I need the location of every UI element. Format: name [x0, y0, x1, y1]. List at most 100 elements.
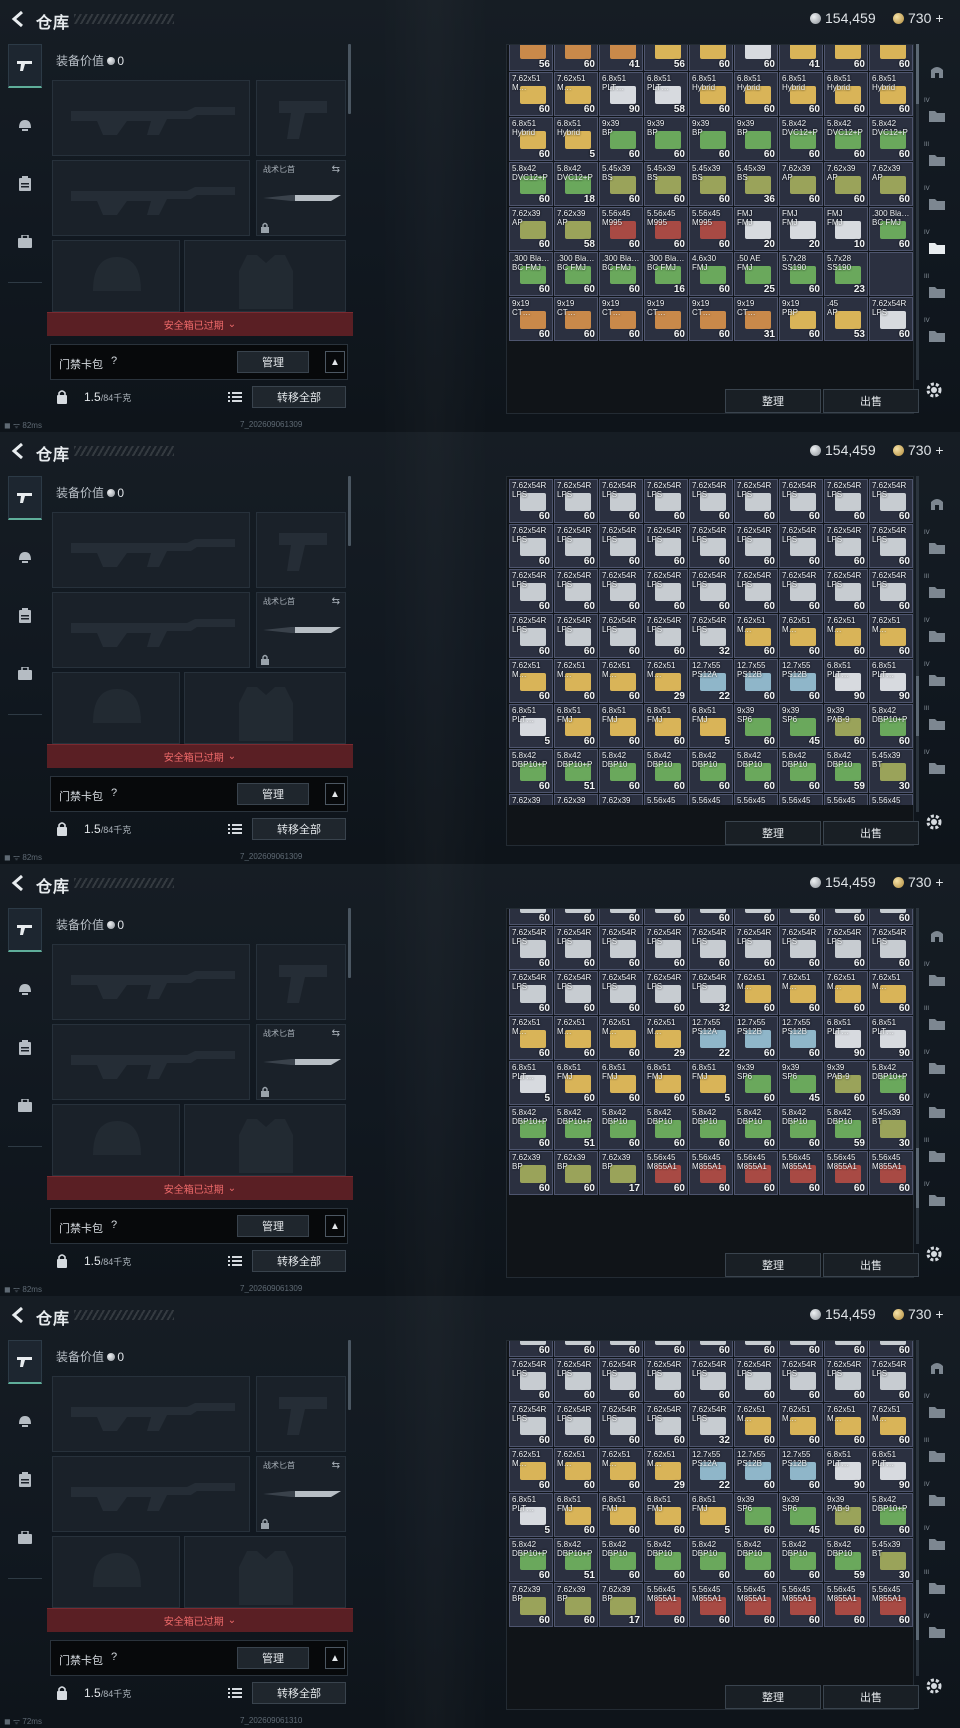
sell-button[interactable]: 出售	[823, 389, 919, 413]
ammo-item[interactable]: 5.56x45 M995 60	[599, 207, 643, 251]
nav-armor[interactable]	[8, 104, 42, 148]
list-icon[interactable]	[228, 390, 242, 404]
ammo-item[interactable]: 7.62x51 M… 60	[509, 1016, 553, 1060]
ammo-item[interactable]: 5.8x42 DBP10 60	[644, 749, 688, 793]
ammo-item[interactable]: 5.56x45 M855A1 60	[734, 1583, 778, 1627]
ammo-item[interactable]: 7.62x39 BP	[509, 794, 553, 805]
ammo-item[interactable]: 60	[734, 909, 778, 925]
sell-button[interactable]: 出售	[823, 821, 919, 845]
ammo-item[interactable]: 5.56x45 M855A1 60	[779, 1151, 823, 1195]
stash-scrollbar[interactable]	[916, 908, 919, 1244]
ammo-item[interactable]: 7.62x54R LPS 60	[554, 569, 598, 613]
ammo-item[interactable]: 5.56x45 M855A1	[644, 794, 688, 805]
stash-page-tab[interactable]	[922, 920, 952, 952]
stash-page-tab[interactable]	[922, 56, 952, 88]
gold-currency[interactable]: 730 +	[893, 442, 944, 458]
ammo-item[interactable]: 7.62x54R LPS 60	[689, 1358, 733, 1402]
ammo-item[interactable]: 60	[869, 45, 913, 71]
nav-weapons[interactable]	[8, 44, 42, 88]
ammo-item[interactable]: 7.62x54R LPS 60	[554, 614, 598, 658]
ammo-item[interactable]: 7.62x51 M… 60	[599, 659, 643, 703]
ammo-item[interactable]: 5.45x39 BS 36	[734, 162, 778, 206]
ammo-item[interactable]: 7.62x51 M… 60	[734, 971, 778, 1015]
ammo-item[interactable]: 7.62x39 AP 60	[824, 162, 868, 206]
ammo-item[interactable]: 5.8x42 DBP10+P 60	[509, 749, 553, 793]
ammo-item[interactable]: 5.8x42 DBP10 60	[644, 1106, 688, 1150]
ammo-item[interactable]: FMJ FMJ 10	[824, 207, 868, 251]
ammo-item[interactable]: 6.8x51 PLT… 90	[824, 659, 868, 703]
ammo-item[interactable]: 7.62x39 AP 60	[779, 162, 823, 206]
ammo-item[interactable]: 6.8x51 PLT… 5	[509, 1061, 553, 1105]
ammo-item[interactable]: 7.62x51 M… 60	[599, 1016, 643, 1060]
ammo-item[interactable]: 5.8x42 DBP10+P 60	[869, 704, 913, 748]
stash-page-tab[interactable]: IV	[922, 618, 952, 652]
ammo-item[interactable]: 5.8x42 DBP10 59	[824, 1538, 868, 1582]
pistol-slot[interactable]	[256, 512, 346, 588]
ammo-item[interactable]: 7.62x39 BP 17	[599, 1151, 643, 1195]
ammo-item[interactable]: 60	[824, 1341, 868, 1357]
stash-page-tab[interactable]: IV	[922, 1050, 952, 1084]
ammo-item[interactable]: 5.56x45 M855A1 60	[824, 1583, 868, 1627]
ammo-item[interactable]: 60	[779, 909, 823, 925]
stash-page-tab[interactable]: IV	[922, 1614, 952, 1648]
help-icon[interactable]: ?	[111, 355, 117, 367]
ammo-item[interactable]: 7.62x51 M… 60	[869, 1403, 913, 1447]
nav-tasks[interactable]	[8, 1026, 42, 1070]
back-arrow-icon[interactable]	[8, 1304, 30, 1326]
stash-scroll-thumb[interactable]	[916, 44, 919, 104]
ammo-item[interactable]: 7.62x54R LPS 60	[869, 926, 913, 970]
back-arrow-icon[interactable]	[8, 440, 30, 462]
ammo-item[interactable]: 7.62x54R LPS 60	[599, 1403, 643, 1447]
gear-icon[interactable]	[924, 380, 944, 400]
ammo-item[interactable]: 5.8x42 DBP10 60	[689, 1106, 733, 1150]
stash-page-tab[interactable]: IV	[922, 1182, 952, 1216]
ammo-item[interactable]: 60	[509, 1341, 553, 1357]
ammo-item[interactable]: 5.8x42 DVC12+P 60	[779, 117, 823, 161]
ammo-item[interactable]: 5.56x45 M855A1 60	[689, 1151, 733, 1195]
ammo-item[interactable]: 7.62x39 BP	[554, 794, 598, 805]
ammo-item[interactable]: 5.8x42 DBP10 60	[689, 749, 733, 793]
stash-page-tab[interactable]	[922, 488, 952, 520]
ammo-item[interactable]: 9x19 CT… 60	[599, 297, 643, 341]
ammo-item[interactable]: 12.7x55 PS12B 60	[734, 1448, 778, 1492]
ammo-item[interactable]: 5.56x45 M855A1 60	[779, 1583, 823, 1627]
ammo-item[interactable]: 7.62x54R LPS 60	[869, 524, 913, 568]
helmet-slot[interactable]	[52, 1104, 180, 1176]
ammo-item[interactable]: 6.8x51 Hybrid 60	[734, 72, 778, 116]
ammo-item[interactable]: 6.8x51 FMJ 60	[644, 704, 688, 748]
ammo-item[interactable]: 7.62x51 M… 29	[644, 659, 688, 703]
stash-scrollbar[interactable]	[916, 476, 919, 812]
ammo-item[interactable]: 7.62x54R LPS 60	[824, 569, 868, 613]
ammo-item[interactable]: 60	[824, 909, 868, 925]
ammo-item[interactable]: 5.8x42 DBP10 59	[824, 1106, 868, 1150]
ammo-item[interactable]: 9x39 PAB-9 60	[824, 1061, 868, 1105]
help-icon[interactable]: ?	[111, 1651, 117, 1663]
swap-icon[interactable]: ⇆	[332, 164, 340, 175]
ammo-item[interactable]: 9x19 CT… 31	[734, 297, 778, 341]
ammo-item[interactable]: 7.62x51 M… 60	[824, 1403, 868, 1447]
ammo-item[interactable]: 9x39 SP6 60	[734, 704, 778, 748]
ammo-item[interactable]: 7.62x54R LPS 60	[509, 479, 553, 523]
ammo-item[interactable]: 9x39 PAB-9 60	[824, 704, 868, 748]
ammo-item[interactable]: 5.8x42 DBP10+P 51	[554, 1106, 598, 1150]
stash-page-tab[interactable]: IV	[922, 662, 952, 696]
stash-page-tab[interactable]: IV	[922, 98, 952, 132]
ammo-item[interactable]: 6.8x51 FMJ 60	[554, 1061, 598, 1105]
swap-icon[interactable]: ⇆	[332, 596, 340, 607]
ammo-item[interactable]: 60	[554, 1341, 598, 1357]
gold-add-button[interactable]: +	[935, 874, 943, 890]
ammo-item[interactable]: 7.62x54R LPS 60	[689, 569, 733, 613]
ammo-item[interactable]: 5.8x42 DBP10 60	[779, 1106, 823, 1150]
ammo-item[interactable]: 7.62x54R LPS 60	[689, 479, 733, 523]
loadout-scrollbar[interactable]	[348, 476, 351, 546]
ammo-item[interactable]: 7.62x54R LPS 60	[824, 479, 868, 523]
ammo-item[interactable]: 7.62x54R LPS 60	[509, 569, 553, 613]
ammo-item[interactable]: 5.8x42 DBP10 60	[599, 1538, 643, 1582]
nav-armor[interactable]	[8, 968, 42, 1012]
ammo-item[interactable]: 7.62x39 BP 60	[509, 1151, 553, 1195]
stash-scrollbar[interactable]	[916, 1340, 919, 1676]
primary-weapon-slot[interactable]	[52, 944, 250, 1020]
ammo-item[interactable]: 7.62x39 AP 58	[554, 207, 598, 251]
back-arrow-icon[interactable]	[8, 872, 30, 894]
ammo-item[interactable]: 4.6x30 FMJ 60	[689, 252, 733, 296]
